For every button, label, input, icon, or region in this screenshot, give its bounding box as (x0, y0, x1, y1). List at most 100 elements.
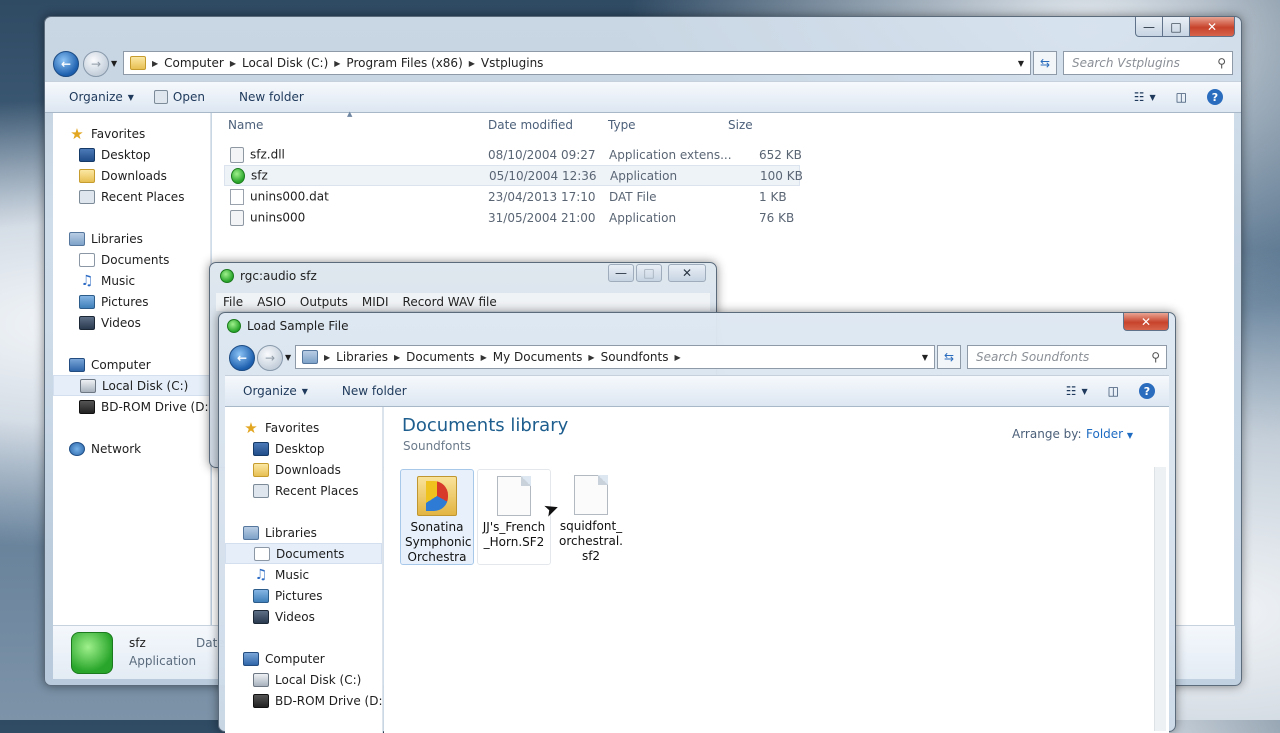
file-item-squidfont[interactable]: squidfont_orchestral.sf2 (554, 469, 628, 565)
back-button[interactable]: ← (53, 51, 79, 77)
organize-menu[interactable]: Organize ▼ (59, 90, 144, 104)
nav-local-disk[interactable]: Local Disk (C:) (225, 669, 382, 690)
view-options-button[interactable]: ☷ ▼ (1124, 90, 1166, 104)
nav-bd-rom[interactable]: BD-ROM Drive (D:) N (53, 396, 210, 417)
dialog-recent-dropdown[interactable]: ▼ (285, 353, 291, 362)
nav-videos[interactable]: Videos (225, 606, 382, 627)
nav-favorites[interactable]: ★ Favorites (53, 123, 210, 144)
breadcrumb-program-files[interactable]: Program Files (x86) (340, 56, 468, 70)
file-row[interactable]: unins000.dat 23/04/2013 17:10 DAT File 1… (224, 186, 800, 207)
dialog-forward-button[interactable]: → (257, 345, 283, 371)
minimize-button[interactable]: — (1135, 17, 1163, 37)
arrange-by-value: Folder (1086, 427, 1124, 441)
nav-local-disk[interactable]: Local Disk (C:) (53, 375, 210, 396)
nav-libraries[interactable]: Libraries (225, 522, 382, 543)
sfz-window-title: rgc:audio sfz (240, 269, 317, 283)
dialog-help-button[interactable]: ? (1129, 383, 1165, 399)
folder-item-sonatina[interactable]: Sonatina Symphonic Orchestra (400, 469, 474, 565)
dialog-preview-pane-button[interactable]: ◫ (1098, 384, 1129, 398)
nav-bd-rom[interactable]: BD-ROM Drive (D:) N (225, 690, 382, 711)
column-header-date[interactable]: Date modified (488, 118, 573, 132)
sfz-maximize-button[interactable]: □ (636, 264, 662, 282)
sfz-minimize-button[interactable]: — (608, 264, 634, 282)
recent-places-icon (79, 189, 95, 204)
new-folder-button[interactable]: New folder (229, 90, 314, 104)
file-row[interactable]: sfz 05/10/2004 12:36 Application 100 KB (224, 165, 803, 186)
downloads-folder-icon (79, 168, 95, 183)
breadcrumb-my-documents[interactable]: My Documents (487, 350, 589, 364)
maximize-button[interactable]: □ (1162, 17, 1190, 37)
nav-computer[interactable]: Computer (53, 354, 210, 375)
nav-network[interactable]: Network (53, 438, 210, 459)
dialog-back-button[interactable]: ← (229, 345, 255, 371)
dialog-address-bar[interactable]: ▶ Libraries ▶ Documents ▶ My Documents ▶… (295, 345, 935, 369)
file-row[interactable]: unins000 31/05/2004 21:00 Application 76… (224, 207, 800, 228)
breadcrumb-libraries[interactable]: Libraries (330, 350, 394, 364)
nav-computer[interactable]: Computer (225, 648, 382, 669)
search-input[interactable]: Search Vstplugins ⚲ (1063, 51, 1233, 75)
recent-pages-dropdown[interactable]: ▼ (111, 59, 117, 68)
music-icon: ♫ (80, 272, 94, 289)
column-header-size[interactable]: Size (728, 118, 753, 132)
sfz-app-large-icon (71, 632, 113, 674)
open-icon (153, 90, 168, 104)
forward-button[interactable]: → (83, 51, 109, 77)
open-button[interactable]: Open (144, 90, 215, 104)
nav-recent-places[interactable]: Recent Places (53, 186, 210, 207)
nav-documents[interactable]: Documents (225, 543, 382, 564)
documents-icon (79, 252, 95, 267)
dialog-refresh-button[interactable]: ⇆ (937, 345, 961, 369)
nav-music[interactable]: ♫ Music (53, 270, 210, 291)
dialog-new-folder-button[interactable]: New folder (332, 384, 417, 398)
vertical-scrollbar[interactable] (1154, 467, 1166, 731)
nav-desktop[interactable]: Desktop (53, 144, 210, 165)
menu-record-wav[interactable]: Record WAV file (396, 295, 504, 309)
menu-outputs[interactable]: Outputs (293, 295, 355, 309)
nav-downloads[interactable]: Downloads (225, 459, 382, 480)
details-name: sfz (129, 636, 146, 650)
nav-label: BD-ROM Drive (D:) N (275, 693, 382, 708)
address-bar[interactable]: ▶ Computer ▶ Local Disk (C:) ▶ Program F… (123, 51, 1031, 75)
dialog-close-button[interactable]: ✕ (1123, 313, 1169, 331)
address-dropdown-icon[interactable]: ▼ (1018, 59, 1024, 68)
nav-downloads[interactable]: Downloads (53, 165, 210, 186)
nav-desktop[interactable]: Desktop (225, 438, 382, 459)
dialog-content-area: Documents library Soundfonts Arrange by:… (384, 407, 1169, 733)
file-size: 1 KB (759, 189, 787, 204)
arrange-by-dropdown[interactable]: Folder ▼ (1086, 427, 1133, 441)
nav-music[interactable]: ♫ Music (225, 564, 382, 585)
sf2-file-icon (497, 476, 531, 516)
sfz-close-button[interactable]: ✕ (668, 264, 706, 282)
file-name: sfz (251, 168, 268, 182)
dialog-organize-menu[interactable]: Organize ▼ (233, 384, 318, 398)
breadcrumb-soundfonts[interactable]: Soundfonts (595, 350, 675, 364)
nav-documents[interactable]: Documents (53, 249, 210, 270)
column-header-type[interactable]: Type (608, 118, 636, 132)
nav-videos[interactable]: Videos (53, 312, 210, 333)
nav-recent-places[interactable]: Recent Places (225, 480, 382, 501)
nav-libraries[interactable]: Libraries (53, 228, 210, 249)
breadcrumb-documents[interactable]: Documents (400, 350, 480, 364)
dialog-search-input[interactable]: Search Soundfonts ⚲ (967, 345, 1167, 369)
breadcrumb-computer[interactable]: Computer (158, 56, 230, 70)
help-button[interactable]: ? (1197, 89, 1233, 105)
nav-pictures[interactable]: Pictures (53, 291, 210, 312)
dialog-view-options-button[interactable]: ☷ ▼ (1056, 384, 1098, 398)
column-header-name[interactable]: Name (228, 118, 263, 132)
refresh-button[interactable]: ⇆ (1033, 51, 1057, 75)
menu-file[interactable]: File (216, 295, 250, 309)
breadcrumb-local-disk[interactable]: Local Disk (C:) (236, 56, 334, 70)
nav-pictures[interactable]: Pictures (225, 585, 382, 606)
nav-label: Libraries (91, 231, 143, 246)
nav-favorites[interactable]: ★ Favorites (225, 417, 382, 438)
file-row[interactable]: sfz.dll 08/10/2004 09:27 Application ext… (224, 144, 802, 165)
sf2-file-icon (574, 475, 608, 515)
preview-pane-button[interactable]: ◫ (1166, 90, 1197, 104)
address-dropdown-icon[interactable]: ▼ (922, 353, 928, 362)
file-item-french-horn[interactable]: JJ's_French_Horn.SF2 (477, 469, 551, 565)
menu-asio[interactable]: ASIO (250, 295, 293, 309)
breadcrumb-vstplugins[interactable]: Vstplugins (475, 56, 550, 70)
nav-label: Desktop (101, 147, 151, 162)
close-button[interactable]: ✕ (1189, 17, 1235, 37)
menu-midi[interactable]: MIDI (355, 295, 396, 309)
